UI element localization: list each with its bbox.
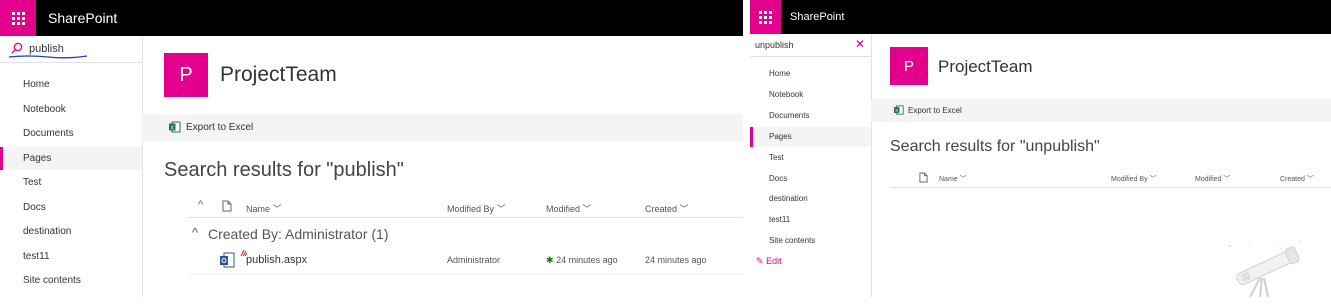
header-divider [890, 187, 1331, 188]
brand-label[interactable]: SharePoint [48, 10, 117, 26]
cell-created: 24 minutes ago [645, 255, 707, 265]
column-modified[interactable]: Modified ﹀ [1195, 174, 1230, 184]
chevron-down-icon: ﹀ [582, 204, 592, 214]
edit-links-button[interactable]: ✎ Edit [756, 256, 782, 267]
aspx-file-icon [220, 252, 235, 268]
search-box[interactable]: publish [0, 36, 142, 63]
chevron-down-icon: ﹀ [1149, 176, 1157, 183]
header-divider [188, 217, 743, 218]
column-modified-by[interactable]: Modified By ﹀ [447, 202, 506, 215]
sidebar-item-test[interactable]: Test [0, 171, 142, 194]
export-label: Export to Excel [186, 122, 254, 133]
sidebar-item-destination[interactable]: destination [750, 189, 871, 209]
chevron-down-icon: ﹀ [679, 204, 689, 214]
group-label: Created By: Administrator (1) [208, 226, 389, 242]
sidebar-item-pages[interactable]: Pages [750, 126, 871, 147]
column-modified[interactable]: Modified ﹀ [546, 202, 592, 215]
pencil-icon: ✎ [756, 256, 764, 266]
file-name-link[interactable]: publish.aspx [246, 254, 307, 266]
sidebar-item-home[interactable]: Home [750, 64, 871, 84]
column-created[interactable]: Created ﹀ [1280, 174, 1314, 184]
column-created[interactable]: Created ﹀ [645, 202, 689, 215]
sidebar-item-docs[interactable]: Docs [750, 169, 871, 189]
command-bar: X Export to Excel [142, 114, 743, 141]
row-divider [188, 274, 743, 275]
telescope-illustration [1229, 241, 1301, 297]
search-input[interactable]: unpublish [755, 40, 794, 50]
sidebar-item-documents[interactable]: Documents [0, 122, 142, 145]
left-nav: publish Home Notebook Documents Pages Test Do… [0, 36, 143, 297]
site-title[interactable]: ProjectTeam [938, 57, 1032, 77]
results-title: Search results for "unpublish" [890, 138, 1100, 155]
sidebar-item-destination[interactable]: destination [0, 220, 142, 243]
sidebar-item-documents[interactable]: Documents [750, 106, 871, 126]
sidebar-item-notebook[interactable]: Notebook [0, 98, 142, 121]
chevron-down-icon: ﹀ [272, 204, 282, 214]
left-screenshot: SharePoint publish Home Notebook Documents… [0, 0, 743, 297]
suite-bar: SharePoint [0, 0, 743, 36]
search-box[interactable]: unpublish ✕ [750, 34, 871, 57]
column-name[interactable]: Name ﹀ [246, 202, 282, 215]
cell-modified-by[interactable]: Administrator [447, 255, 500, 265]
group-collapse-icon[interactable]: ^ [192, 225, 198, 240]
column-name[interactable]: Name ﹀ [939, 174, 967, 184]
sidebar-item-pages[interactable]: Pages [0, 146, 142, 170]
sidebar-item-docs[interactable]: Docs [0, 196, 142, 219]
sidebar-item-site-contents[interactable]: Site contents [0, 269, 142, 292]
command-bar: X Export to Excel [871, 99, 1331, 122]
app-launcher-button[interactable] [0, 0, 36, 36]
excel-icon: X [894, 105, 904, 115]
waffle-icon [11, 11, 25, 25]
sidebar-item-notebook[interactable]: Notebook [750, 85, 871, 105]
left-nav: unpublish ✕ Home Notebook Documents Pages Te… [750, 34, 872, 297]
column-modified-by[interactable]: Modified By ﹀ [1111, 174, 1157, 184]
search-icon [11, 42, 23, 54]
site-logo[interactable]: P [890, 47, 928, 85]
chevron-down-icon: ﹀ [959, 176, 967, 183]
chevron-down-icon: ﹀ [496, 204, 506, 214]
suite-bar: SharePoint [750, 0, 1331, 34]
sidebar-item-test11[interactable]: test11 [0, 245, 142, 268]
excel-icon: X [169, 121, 181, 133]
sidebar-item-test[interactable]: Test [750, 148, 871, 168]
app-launcher-button[interactable] [750, 0, 781, 34]
right-screenshot: SharePoint unpublish ✕ Home Notebook Docum… [750, 0, 1331, 297]
svg-text:X: X [895, 108, 898, 113]
collapse-all-icon[interactable]: ^ [198, 199, 203, 211]
file-type-icon[interactable] [919, 172, 928, 183]
underline-annotation [8, 55, 88, 59]
sidebar-item-site-contents[interactable]: Site contents [750, 231, 871, 251]
chevron-down-icon: ﹀ [1306, 176, 1314, 183]
site-title[interactable]: ProjectTeam [220, 63, 337, 87]
svg-text:X: X [170, 125, 174, 131]
waffle-icon [759, 10, 772, 24]
results-title: Search results for "publish" [164, 159, 404, 181]
sparkle-icon: ✱ [546, 255, 554, 265]
sidebar-item-test11[interactable]: test11 [750, 210, 871, 230]
export-label: Export to Excel [908, 106, 962, 115]
sidebar-item-home[interactable]: Home [0, 73, 142, 96]
site-logo[interactable]: P [164, 53, 208, 97]
file-type-icon[interactable] [222, 200, 232, 212]
chevron-down-icon: ﹀ [1223, 176, 1231, 183]
clear-search-icon[interactable]: ✕ [855, 37, 865, 51]
brand-label[interactable]: SharePoint [790, 11, 844, 23]
cell-modified: ✱ 24 minutes ago [546, 255, 618, 265]
